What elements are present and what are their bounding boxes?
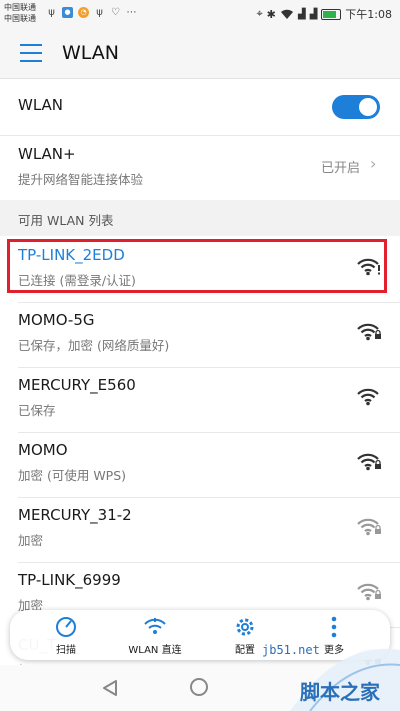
- wlan-plus-status: 已开启: [321, 161, 361, 176]
- network-row[interactable]: MERCURY_31-2 加密: [0, 497, 400, 562]
- network-status: 加密: [18, 533, 44, 548]
- wlan-label: WLAN: [18, 96, 64, 114]
- network-name: MOMO-5G: [18, 311, 95, 329]
- switch-knob: [359, 98, 377, 116]
- wlan-direct-button[interactable]: WLAN 直连: [120, 614, 190, 656]
- status-bar: 中国联通 中国联通 ψ ● ◔ ψ ♡ ⋯ ⌖ ✱ ▟ ▟ 下午1:08: [0, 0, 400, 30]
- network-row[interactable]: MOMO-5G 已保存，加密 (网络质量好): [0, 302, 400, 367]
- heart-icon: ♡: [111, 7, 120, 18]
- wlan-direct-label: WLAN 直连: [128, 645, 182, 656]
- clock: 下午1:08: [345, 8, 392, 21]
- section-header: 可用 WLAN 列表: [0, 200, 400, 236]
- network-status: 已保存: [18, 403, 56, 418]
- bluetooth-icon: ✱: [266, 7, 276, 21]
- network-status: 加密 (可使用 WPS): [18, 468, 127, 483]
- network-name: MERCURY_31-2: [18, 506, 132, 524]
- more-dots-icon: ⋯: [126, 7, 137, 18]
- page-title: WLAN: [62, 42, 120, 64]
- back-icon[interactable]: [101, 679, 119, 697]
- notification-icons: ψ ● ◔ ψ ♡ ⋯: [46, 7, 137, 18]
- wifi-status-icon: [280, 9, 293, 19]
- wifi-signal-lock-icon: [357, 518, 381, 536]
- hamburger-icon[interactable]: [20, 44, 42, 64]
- watermark-url: jb51.net: [262, 643, 320, 657]
- network-name: TP-LINK_6999: [18, 571, 121, 589]
- app-notification-icon: ●: [62, 7, 73, 18]
- wifi-signal-lock-icon: [357, 583, 381, 601]
- usb-icon-2: ψ: [96, 7, 103, 18]
- usb-icon: ψ: [48, 7, 55, 18]
- highlight-box: [7, 239, 387, 293]
- chevron-right-icon: ›: [370, 154, 377, 173]
- network-row[interactable]: MERCURY_E560 已保存: [0, 367, 400, 432]
- wlan-plus-label: WLAN+: [18, 145, 76, 163]
- app-bar: WLAN: [0, 30, 400, 79]
- browser-icon: ◔: [78, 7, 89, 18]
- network-row[interactable]: MOMO 加密 (可使用 WPS): [0, 432, 400, 497]
- carrier-1: 中国联通: [4, 3, 36, 12]
- watermark-text: 脚本之家: [300, 680, 380, 704]
- wlan-direct-icon: [144, 618, 166, 634]
- network-name: MOMO: [18, 441, 68, 459]
- network-name: MERCURY_E560: [18, 376, 136, 394]
- signal-icon: ▟: [297, 8, 306, 20]
- home-icon[interactable]: [190, 678, 208, 696]
- scan-button[interactable]: 扫描: [31, 614, 101, 656]
- carrier-2: 中国联通: [4, 14, 36, 23]
- status-right: ⌖ ✱ ▟ ▟ 下午1:08: [256, 6, 392, 22]
- scan-label: 扫描: [56, 645, 76, 656]
- location-icon: ⌖: [256, 7, 263, 20]
- battery-icon: [321, 8, 342, 20]
- wlan-switch[interactable]: [332, 95, 380, 119]
- wifi-signal-lock-icon: [357, 323, 381, 341]
- signal-icon-2: ▟: [309, 8, 318, 20]
- wlan-plus-sub: 提升网络智能连接体验: [18, 172, 144, 187]
- wifi-signal-lock-icon: [357, 453, 381, 471]
- gear-icon: [236, 618, 254, 636]
- section-header-label: 可用 WLAN 列表: [18, 213, 114, 228]
- network-status: 已保存，加密 (网络质量好): [18, 338, 170, 353]
- scan-icon: [56, 617, 76, 637]
- wifi-signal-lock-icon: [357, 388, 379, 406]
